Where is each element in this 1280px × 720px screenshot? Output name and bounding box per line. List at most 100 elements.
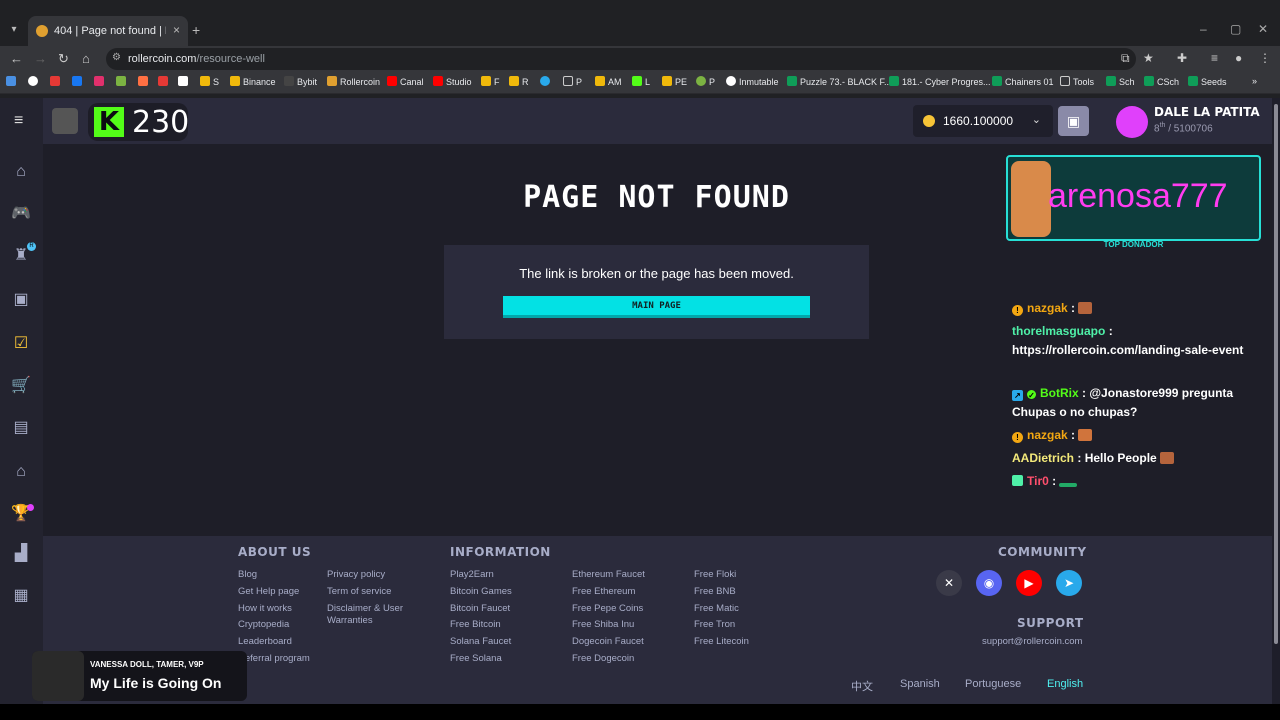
media-icon[interactable]: ≡	[1211, 51, 1218, 65]
bookmark-pe[interactable]: PE	[662, 76, 687, 87]
site-info-icon[interactable]: ⚙	[112, 52, 121, 63]
footer-link[interactable]: Solana Faucet	[450, 636, 511, 648]
bookmark-icon[interactable]	[28, 76, 41, 87]
footer-link[interactable]: Free Litecoin	[694, 636, 749, 648]
more-bookmarks-icon[interactable]: »	[1252, 76, 1257, 86]
install-app-icon[interactable]: ⧉	[1121, 51, 1130, 66]
tab-close-icon[interactable]: ×	[173, 23, 180, 37]
sidebar-home-icon[interactable]: ⌂	[11, 162, 31, 182]
browser-menu-icon[interactable]: ⋮	[1259, 51, 1271, 65]
address-bar[interactable]: ⚙ rollercoin.com/resource-well	[106, 48, 1136, 70]
bookmark-bybit[interactable]: Bybit	[284, 76, 317, 87]
bookmark-icon[interactable]	[50, 76, 63, 87]
bookmark-inmutable[interactable]: Inmutable	[726, 76, 779, 87]
profile-icon[interactable]: ●	[1235, 51, 1242, 65]
username[interactable]: DALE LA PATITA	[1154, 105, 1260, 119]
footer-link[interactable]: Term of service	[327, 586, 391, 598]
bookmark-l[interactable]: L	[632, 76, 650, 87]
language-chinese[interactable]: 中文	[851, 678, 873, 694]
bookmark-sch[interactable]: Sch	[1106, 76, 1135, 87]
browser-tab-active[interactable]: 404 | Page not found | RollerCo ×	[28, 16, 188, 46]
footer-link[interactable]: Free Tron	[694, 619, 735, 631]
menu-toggle-icon[interactable]: ≡	[14, 112, 23, 130]
footer-link[interactable]: Bitcoin Games	[450, 586, 512, 598]
chevron-down-icon[interactable]: ⌄	[1032, 113, 1041, 126]
discord-icon[interactable]: ◉	[976, 570, 1002, 596]
footer-link[interactable]: Free Solana	[450, 653, 502, 665]
footer-link[interactable]: Free Dogecoin	[572, 653, 634, 665]
footer-link[interactable]: Free Bitcoin	[450, 619, 501, 631]
bookmark-puzzle[interactable]: Puzzle 73.- BLACK F...	[787, 76, 892, 87]
sidebar-news-icon[interactable]: ▦	[11, 586, 31, 606]
bookmark-icon[interactable]	[72, 76, 85, 87]
bookmark-icon[interactable]	[178, 76, 191, 87]
sidebar-marketplace-icon[interactable]: 🛒	[11, 376, 31, 396]
footer-link[interactable]: Cryptopedia	[238, 619, 289, 631]
reload-icon[interactable]: ↻	[58, 51, 69, 67]
youtube-icon[interactable]: ▶	[1016, 570, 1042, 596]
bookmark-icon[interactable]	[94, 76, 107, 87]
bookmark-icon[interactable]	[6, 76, 19, 87]
footer-link[interactable]: Free BNB	[694, 586, 736, 598]
bookmark-telegram[interactable]	[540, 76, 553, 87]
bookmark-icon[interactable]	[158, 76, 171, 87]
footer-link[interactable]: Dogecoin Faucet	[572, 636, 644, 648]
balance-selector[interactable]: 1660.100000 ⌄	[913, 105, 1053, 137]
bookmark-cyber[interactable]: 181.- Cyber Progres...	[889, 76, 991, 87]
bookmark-icon[interactable]	[138, 76, 151, 87]
footer-link[interactable]: Ethereum Faucet	[572, 569, 645, 581]
sidebar-games-icon[interactable]: 🎮	[11, 204, 31, 224]
wallet-button[interactable]: ▣	[1058, 106, 1089, 136]
bookmark-canal[interactable]: Canal	[387, 76, 424, 87]
main-page-button[interactable]: MAIN PAGE	[503, 296, 810, 318]
language-spanish[interactable]: Spanish	[900, 678, 940, 690]
back-icon[interactable]: ←	[10, 51, 23, 66]
scrollbar-thumb[interactable]	[1274, 104, 1278, 644]
bookmark-icon[interactable]	[116, 76, 129, 87]
maximize-icon[interactable]: ▢	[1230, 22, 1241, 36]
footer-link[interactable]: Free Pepe Coins	[572, 603, 643, 615]
footer-link[interactable]: Leaderboard	[238, 636, 292, 648]
bookmark-am[interactable]: AM	[595, 76, 622, 87]
sidebar-shop-icon[interactable]: ⌂	[11, 462, 31, 482]
footer-link[interactable]: Get Help page	[238, 586, 299, 598]
footer-link[interactable]: Disclaimer & User Warranties	[327, 603, 417, 627]
bookmark-r[interactable]: R	[509, 76, 529, 87]
footer-link[interactable]: Free Floki	[694, 569, 736, 581]
bookmark-csch[interactable]: CSch	[1144, 76, 1179, 87]
x-twitter-icon[interactable]: ✕	[936, 570, 962, 596]
footer-link[interactable]: Free Shiba Inu	[572, 619, 634, 631]
close-window-icon[interactable]: ✕	[1258, 22, 1268, 36]
sidebar-events-icon[interactable]: ▣	[11, 290, 31, 310]
tab-search-icon[interactable]: ▾	[6, 22, 22, 38]
footer-link[interactable]: Play2Earn	[450, 569, 494, 581]
footer-link[interactable]: Referral program	[238, 653, 310, 665]
bookmark-s[interactable]: S	[200, 76, 219, 87]
sidebar-tasks-icon[interactable]: ☑	[11, 334, 31, 354]
footer-link[interactable]: Privacy policy	[327, 569, 385, 581]
footer-link[interactable]: Free Matic	[694, 603, 739, 615]
home-icon[interactable]: ⌂	[82, 51, 90, 66]
bookmark-studio[interactable]: Studio	[433, 76, 472, 87]
extensions-icon[interactable]: ✚	[1177, 51, 1187, 65]
telegram-icon[interactable]: ➤	[1056, 570, 1082, 596]
footer-link[interactable]: Blog	[238, 569, 257, 581]
sidebar-mining-icon[interactable]: ▟	[11, 544, 31, 564]
bookmark-p-folder[interactable]: P	[563, 76, 582, 87]
bookmark-rollercoin[interactable]: Rollercoin	[327, 76, 380, 87]
minimize-icon[interactable]: –	[1200, 22, 1207, 36]
language-portuguese[interactable]: Portuguese	[965, 678, 1021, 690]
page-scrollbar[interactable]	[1272, 98, 1280, 704]
bookmark-tools[interactable]: Tools	[1060, 76, 1094, 87]
support-email-link[interactable]: support@rollercoin.com	[982, 636, 1082, 648]
bookmark-chainers[interactable]: Chainers 01	[992, 76, 1054, 87]
bookmark-binance[interactable]: Binance	[230, 76, 276, 87]
bookmark-f[interactable]: F	[481, 76, 500, 87]
new-tab-icon[interactable]: +	[192, 22, 200, 38]
bookmark-star-icon[interactable]: ★	[1143, 51, 1154, 65]
sidebar-storage-icon[interactable]: ▤	[11, 418, 31, 438]
forward-icon[interactable]: →	[34, 51, 47, 66]
bookmark-p[interactable]: P	[696, 76, 715, 87]
footer-link[interactable]: How it works	[238, 603, 292, 615]
user-avatar[interactable]	[1116, 106, 1148, 138]
